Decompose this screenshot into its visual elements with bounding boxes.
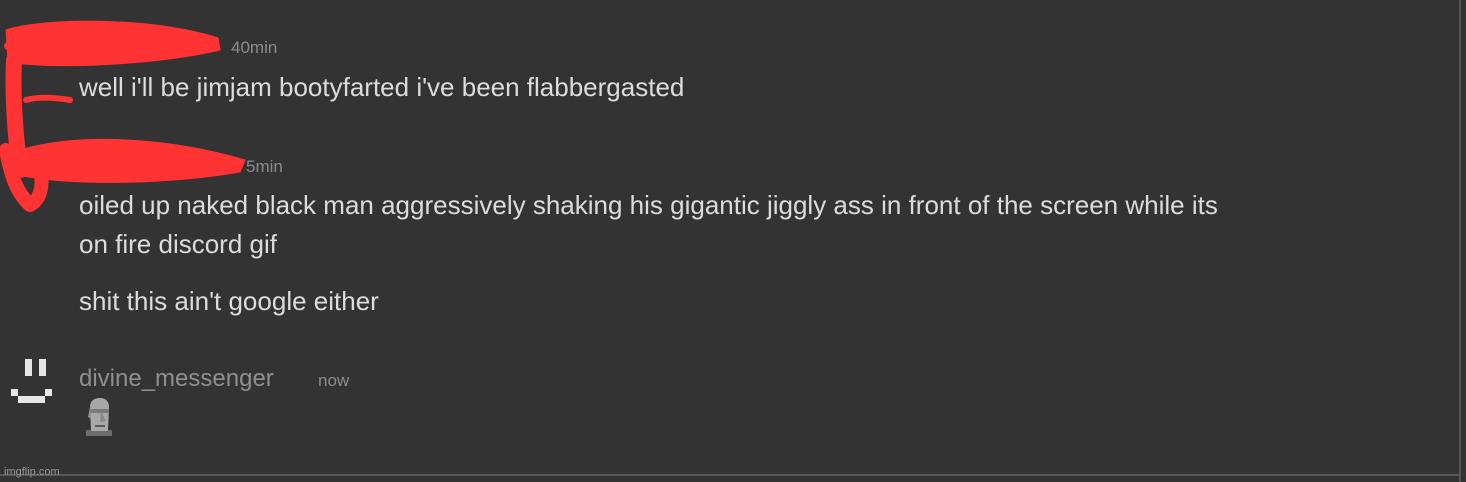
frame-bottom-border [0, 474, 1461, 476]
message-text: well i'll be jimjam bootyfarted i've bee… [79, 72, 685, 102]
redaction-scribble [0, 20, 246, 212]
message-timestamp: 5min [246, 157, 283, 176]
message-text: oiled up naked black man aggressively sh… [79, 190, 1218, 220]
imgflip-watermark: imgflip.com [4, 466, 60, 478]
moai-emoji [86, 398, 112, 436]
frame-right-border [1459, 0, 1461, 482]
message-text: on fire discord gif [79, 229, 277, 259]
message-timestamp: 40min [231, 38, 278, 57]
message-timestamp: now [318, 371, 350, 390]
username[interactable]: divine_messenger [79, 364, 274, 394]
message-text: shit this ain't google either [79, 286, 379, 316]
smiley-face-pixel-icon[interactable] [10, 356, 52, 412]
